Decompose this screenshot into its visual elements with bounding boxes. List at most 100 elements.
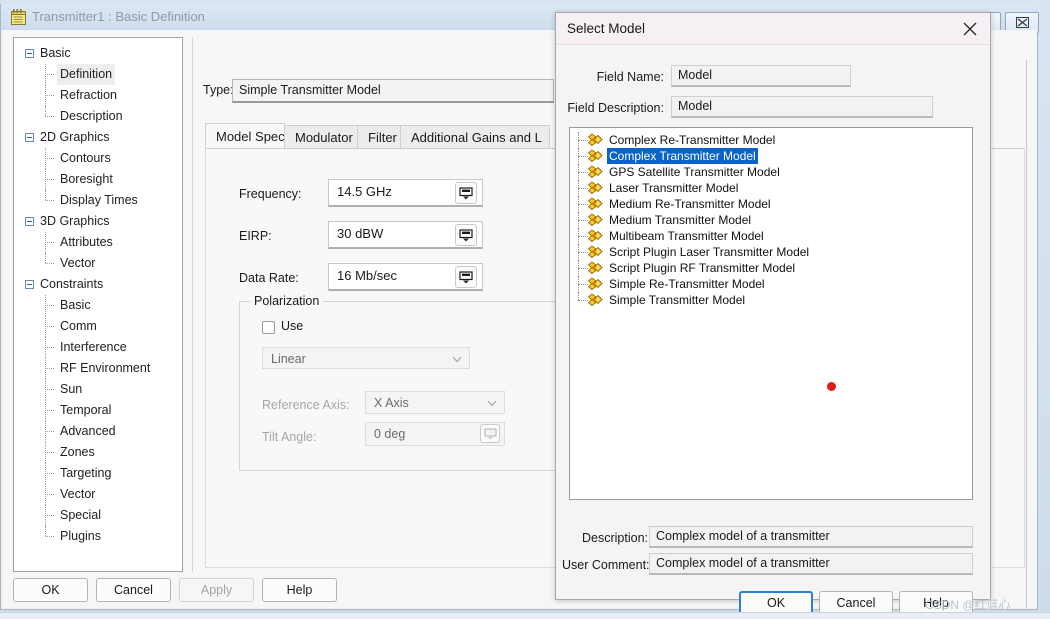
- list-item-label: Multibeam Transmitter Model: [609, 229, 764, 243]
- help-button[interactable]: Help: [262, 578, 337, 602]
- tree-connector: [578, 300, 588, 302]
- window-title: Transmitter1 : Basic Definition: [32, 9, 205, 24]
- tree-connector: [578, 268, 588, 270]
- tree-connector-vertical: [45, 190, 47, 200]
- sidebar-item-zones[interactable]: Zones: [14, 442, 182, 463]
- tree-collapse-icon[interactable]: [25, 49, 34, 58]
- tree-connector-vertical: [45, 85, 47, 106]
- sidebar-item-label: Special: [60, 508, 101, 522]
- sidebar-item-description[interactable]: Description: [14, 106, 182, 127]
- unit-picker-icon[interactable]: [480, 424, 500, 443]
- list-item[interactable]: Simple Transmitter Model: [570, 292, 972, 308]
- sidebar-item-special[interactable]: Special: [14, 505, 182, 526]
- ok-button[interactable]: OK: [13, 578, 88, 602]
- list-item[interactable]: Simple Re-Transmitter Model: [570, 276, 972, 292]
- list-item[interactable]: Medium Transmitter Model: [570, 212, 972, 228]
- sidebar-item-basic[interactable]: Basic: [14, 43, 182, 64]
- list-item[interactable]: Complex Transmitter Model: [570, 148, 972, 164]
- model-listbox[interactable]: Complex Re-Transmitter Model Complex Tran…: [569, 127, 973, 500]
- tree-connector-vertical: [45, 337, 47, 358]
- sidebar-item-rf-environment[interactable]: RF Environment: [14, 358, 182, 379]
- tree-connector-vertical: [45, 358, 47, 379]
- tree-connector-vertical: [45, 484, 47, 505]
- sidebar-item-3d-graphics[interactable]: 3D Graphics: [14, 211, 182, 232]
- sidebar-item-targeting[interactable]: Targeting: [14, 463, 182, 484]
- list-item[interactable]: Complex Re-Transmitter Model: [570, 132, 972, 148]
- tree-connector: [578, 284, 588, 286]
- sidebar-item-display-times[interactable]: Display Times: [14, 190, 182, 211]
- reference-axis-select[interactable]: X Axis: [365, 391, 505, 414]
- tree-collapse-icon[interactable]: [25, 217, 34, 226]
- model-diamond-icon: [587, 181, 603, 195]
- sidebar-item-vector[interactable]: Vector: [14, 484, 182, 505]
- list-item[interactable]: Multibeam Transmitter Model: [570, 228, 972, 244]
- list-item-label: Medium Re-Transmitter Model: [609, 197, 771, 211]
- tree-collapse-icon[interactable]: [25, 280, 34, 289]
- sidebar-item-label: Refraction: [60, 88, 117, 102]
- tab-filter[interactable]: Filter: [357, 125, 401, 149]
- polarization-type-value: Linear: [271, 352, 306, 366]
- tree-connector-vertical: [578, 292, 580, 300]
- list-item[interactable]: Script Plugin Laser Transmitter Model: [570, 244, 972, 260]
- sidebar-item-definition[interactable]: Definition: [14, 64, 182, 85]
- field-label: Data Rate:: [239, 271, 299, 285]
- sidebar-item-label: Display Times: [60, 193, 138, 207]
- tree-connector-vertical: [45, 421, 47, 442]
- sidebar-item-label: Temporal: [60, 403, 112, 417]
- sidebar-item-label: 2D Graphics: [40, 130, 110, 144]
- sidebar-item-comm[interactable]: Comm: [14, 316, 182, 337]
- tree-connector-vertical: [45, 442, 47, 463]
- tree-connector: [45, 263, 54, 265]
- tree-connector: [45, 536, 54, 538]
- sidebar-item-interference[interactable]: Interference: [14, 337, 182, 358]
- sidebar-item-temporal[interactable]: Temporal: [14, 400, 182, 421]
- close-icon[interactable]: [960, 19, 980, 39]
- tree-connector-vertical: [45, 400, 47, 421]
- tree-connector: [578, 172, 588, 174]
- cancel-button[interactable]: Cancel: [96, 578, 171, 602]
- user-comment-input[interactable]: Complex model of a transmitter: [649, 553, 973, 575]
- reference-axis-value: X Axis: [374, 396, 409, 410]
- select-model-body: Field Name: Model Field Description: Mod…: [556, 45, 990, 615]
- sidebar-item-advanced[interactable]: Advanced: [14, 421, 182, 442]
- select-model-dialog: Select Model Field Name: Model Field Des…: [555, 12, 991, 615]
- sidebar-item-constraints[interactable]: Constraints: [14, 274, 182, 295]
- list-item[interactable]: Laser Transmitter Model: [570, 180, 972, 196]
- tab-additional-gains-and-l[interactable]: Additional Gains and L: [400, 125, 550, 149]
- tab-modulator[interactable]: Modulator: [284, 125, 358, 149]
- sidebar-item-label: Interference: [60, 340, 127, 354]
- description-input: Complex model of a transmitter: [649, 526, 973, 548]
- sidebar-item-sun[interactable]: Sun: [14, 379, 182, 400]
- sidebar-item-vector[interactable]: Vector: [14, 253, 182, 274]
- sidebar-item-label: Basic: [40, 46, 71, 60]
- tree-connector: [578, 156, 588, 158]
- model-type-input[interactable]: Simple Transmitter Model: [232, 79, 554, 103]
- unit-picker-icon[interactable]: [455, 182, 477, 204]
- sidebar-item-refraction[interactable]: Refraction: [14, 85, 182, 106]
- polarization-use-label: Use: [281, 319, 304, 333]
- navigation-tree-panel[interactable]: Basic Definition Refraction Description 2D G…: [13, 37, 183, 572]
- unit-picker-icon[interactable]: [455, 266, 477, 288]
- navigation-tree-list: Basic Definition Refraction Description 2D G…: [14, 38, 182, 547]
- tab-model-specs[interactable]: Model Specs: [205, 123, 291, 149]
- sidebar-item-boresight[interactable]: Boresight: [14, 169, 182, 190]
- list-item[interactable]: Script Plugin RF Transmitter Model: [570, 260, 972, 276]
- tilt-angle-input[interactable]: 0 deg: [365, 422, 505, 446]
- polarization-type-select[interactable]: Linear: [262, 347, 470, 369]
- list-item[interactable]: Medium Re-Transmitter Model: [570, 196, 972, 212]
- unit-picker-icon[interactable]: [455, 224, 477, 246]
- sidebar-item-basic[interactable]: Basic: [14, 295, 182, 316]
- sidebar-item-plugins[interactable]: Plugins: [14, 526, 182, 547]
- sidebar-item-contours[interactable]: Contours: [14, 148, 182, 169]
- select-model-titlebar[interactable]: Select Model: [556, 13, 990, 45]
- field-description-input[interactable]: Model: [671, 96, 933, 118]
- polarization-use-checkbox[interactable]: [262, 321, 275, 334]
- model-diamond-icon: [587, 245, 603, 259]
- document-list-icon: [11, 9, 26, 25]
- field-name-input[interactable]: Model: [671, 65, 851, 87]
- sidebar-item-label: Targeting: [60, 466, 112, 480]
- sidebar-item-attributes[interactable]: Attributes: [14, 232, 182, 253]
- list-item[interactable]: GPS Satellite Transmitter Model: [570, 164, 972, 180]
- sidebar-item-2d-graphics[interactable]: 2D Graphics: [14, 127, 182, 148]
- tree-collapse-icon[interactable]: [25, 133, 34, 142]
